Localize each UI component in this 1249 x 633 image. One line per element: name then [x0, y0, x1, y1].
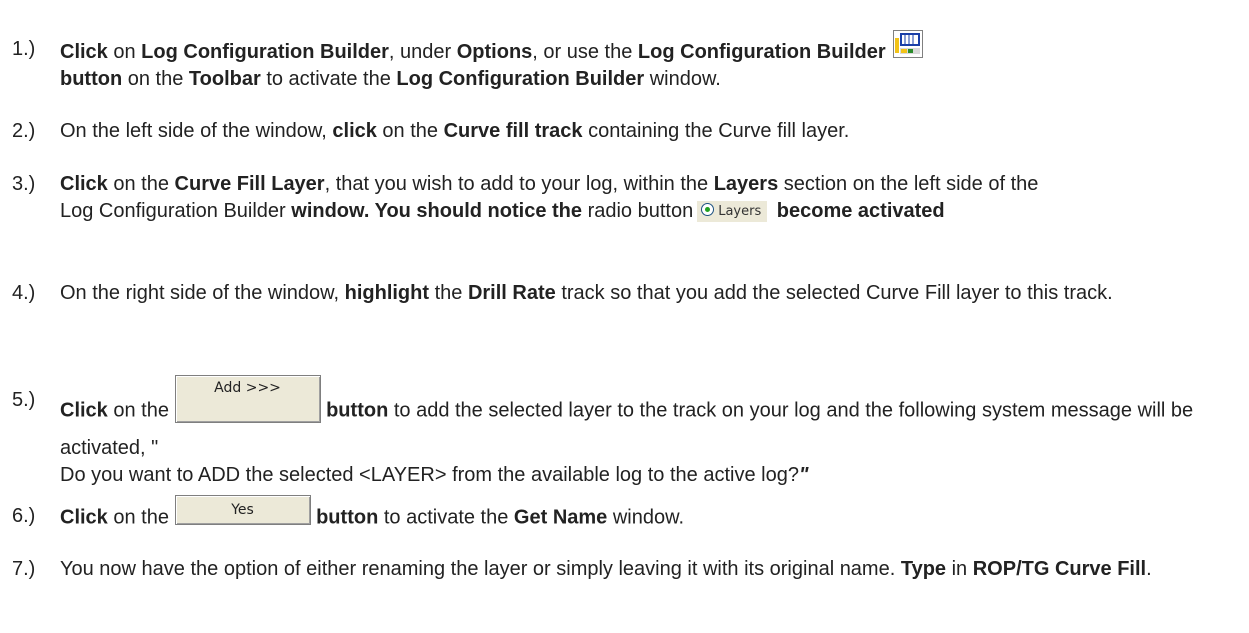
step-text: Click on the Curve Fill Layer, that you …: [60, 173, 1039, 223]
log-configuration-builder-icon: [893, 30, 924, 62]
yes-button[interactable]: Yes: [174, 495, 311, 525]
step-number: 6.): [12, 505, 36, 527]
step-number: 1.): [12, 38, 36, 60]
step-text: Click on Log Configuration Builder, unde…: [60, 30, 1240, 93]
step-number: 4.): [12, 282, 36, 304]
step-text: Click on the Add >>> button to add the s…: [60, 375, 1240, 489]
step-text: Click on the Yes button to activate the …: [60, 495, 1240, 533]
add-button[interactable]: Add >>>: [174, 375, 321, 423]
step-number: 5.): [12, 389, 36, 411]
radio-selected-icon: [701, 203, 715, 217]
step-number: 3.): [12, 173, 36, 195]
step-text: You now have the option of either renami…: [60, 558, 1152, 580]
step-text: On the right side of the window, highlig…: [60, 282, 1113, 304]
step-number: 7.): [12, 558, 36, 580]
step-text: On the left side of the window, click on…: [60, 120, 850, 142]
step-number: 2.): [12, 120, 36, 142]
layers-radio-button: Layers: [697, 201, 768, 223]
